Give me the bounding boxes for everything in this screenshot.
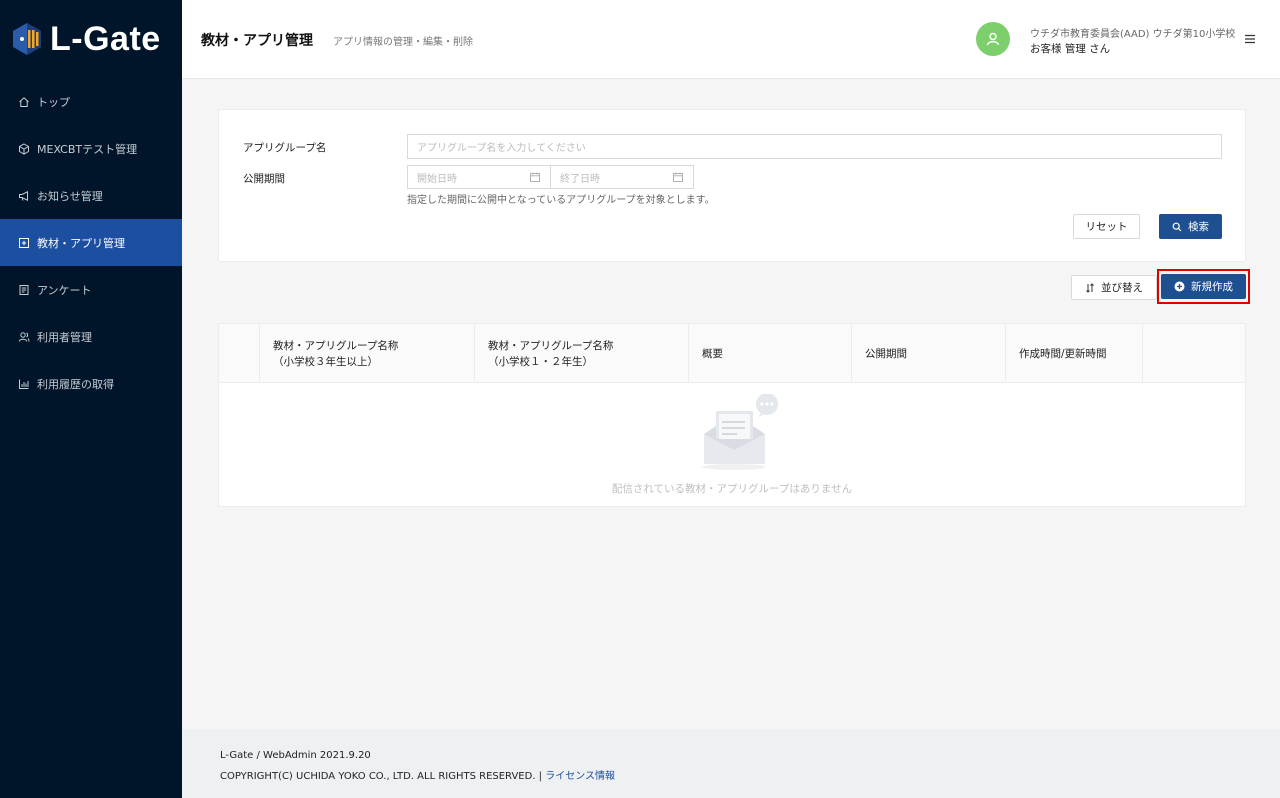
sidebar-item-materials[interactable]: 教材・アプリ管理 <box>0 219 182 266</box>
sidebar-item-history[interactable]: 利用履歴の取得 <box>0 360 182 407</box>
group-name-placeholder: アプリグループ名を入力してください <box>417 143 586 154</box>
footer-copyright: COPYRIGHT(C) UCHIDA YOKO CO., LTD. ALL R… <box>220 767 615 782</box>
page-header: 教材・アプリ管理 アプリ情報の管理・編集・削除 ウチダ市教育委員会(AAD) ウ… <box>182 0 1280 79</box>
avatar[interactable] <box>976 22 1010 56</box>
sidebar-item-label: 教材・アプリ管理 <box>37 236 125 250</box>
header-line: 教材・アプリグループ名称 <box>488 339 614 352</box>
empty-inbox-icon <box>702 394 778 470</box>
copyright-text: COPYRIGHT(C) UCHIDA YOKO CO., LTD. ALL R… <box>220 771 546 782</box>
logo[interactable]: L-Gate <box>0 0 182 78</box>
home-icon <box>18 96 30 108</box>
table-header-name-upper: 教材・アプリグループ名称 （小学校３年生以上） <box>260 324 475 383</box>
period-hint: 指定した期間に公開中となっているアプリグループを対象とします。 <box>407 195 715 206</box>
empty-message: 配信されている教材・アプリグループはありません <box>611 483 853 495</box>
sidebar: L-Gate トップ MEXCBTテスト管理 お知らせ管理 教材・アプリ管理 ア… <box>0 0 182 798</box>
sidebar-item-label: 利用履歴の取得 <box>37 377 114 391</box>
sidebar-nav: トップ MEXCBTテスト管理 お知らせ管理 教材・アプリ管理 アンケート 利用… <box>0 78 182 407</box>
sidebar-item-label: MEXCBTテスト管理 <box>37 142 138 156</box>
sidebar-item-survey[interactable]: アンケート <box>0 266 182 313</box>
sidebar-item-top[interactable]: トップ <box>0 78 182 125</box>
header-line: 教材・アプリグループ名称 <box>273 339 399 352</box>
end-date-input[interactable]: 終了日時 <box>550 165 694 189</box>
brand-name: L-Gate <box>50 19 161 58</box>
users-icon <box>18 331 30 343</box>
calendar-icon <box>673 172 683 182</box>
form-icon <box>18 284 30 296</box>
search-button[interactable]: 検索 <box>1159 214 1222 239</box>
search-label: 検索 <box>1188 221 1209 233</box>
table-header: 教材・アプリグループ名称 （小学校３年生以上） 教材・アプリグループ名称 （小学… <box>219 324 1245 383</box>
sidebar-item-notices[interactable]: お知らせ管理 <box>0 172 182 219</box>
app-group-table: 教材・アプリグループ名称 （小学校３年生以上） 教材・アプリグループ名称 （小学… <box>218 323 1246 507</box>
sort-label: 並び替え <box>1101 282 1143 294</box>
user-organization: ウチダ市教育委員会(AAD) ウチダ第10小学校 <box>1030 29 1236 40</box>
sidebar-item-label: お知らせ管理 <box>37 189 103 203</box>
sidebar-item-label: トップ <box>37 95 70 109</box>
footer-version: L-Gate / WebAdmin 2021.9.20 <box>220 750 371 761</box>
search-panel: アプリグループ名 アプリグループ名を入力してください 公開期間 開始日時 終了日… <box>218 109 1246 262</box>
license-link[interactable]: ライセンス情報 <box>545 771 615 782</box>
sidebar-item-label: 利用者管理 <box>37 330 92 344</box>
highlight-box <box>1157 269 1250 304</box>
user-name: お客様 管理 さん <box>1030 43 1111 55</box>
end-date-placeholder: 終了日時 <box>560 173 600 185</box>
header-line: （小学校１・２年生） <box>488 355 593 368</box>
sidebar-item-mexcbt[interactable]: MEXCBTテスト管理 <box>0 125 182 172</box>
cube-icon <box>18 142 30 155</box>
header-line: （小学校３年生以上） <box>273 355 378 368</box>
sidebar-item-label: アンケート <box>37 283 92 297</box>
table-header-timestamps: 作成時間/更新時間 <box>1006 324 1143 383</box>
table-header-select <box>219 324 260 383</box>
table-header-actions <box>1143 324 1245 383</box>
user-icon <box>986 32 1000 46</box>
calendar-icon <box>530 172 540 182</box>
sort-icon <box>1085 282 1095 293</box>
lgate-logo-icon <box>12 22 42 56</box>
reset-button[interactable]: リセット <box>1073 214 1140 239</box>
start-date-placeholder: 開始日時 <box>417 173 457 185</box>
start-date-input[interactable]: 開始日時 <box>407 165 551 189</box>
empty-state: 配信されている教材・アプリグループはありません <box>219 383 1245 507</box>
group-name-label: アプリグループ名 <box>243 142 327 154</box>
period-label: 公開期間 <box>243 173 285 185</box>
table-header-summary: 概要 <box>689 324 852 383</box>
search-icon <box>1172 222 1182 232</box>
group-name-input[interactable]: アプリグループ名を入力してください <box>407 134 1222 159</box>
page-title: 教材・アプリ管理 <box>201 33 313 49</box>
hamburger-menu-icon[interactable] <box>1244 33 1256 45</box>
megaphone-icon <box>18 190 30 202</box>
bar-chart-icon <box>18 378 30 390</box>
sidebar-item-users[interactable]: 利用者管理 <box>0 313 182 360</box>
page-subtitle: アプリ情報の管理・編集・削除 <box>333 37 473 48</box>
plus-square-icon <box>18 237 30 249</box>
reset-label: リセット <box>1085 221 1128 233</box>
table-header-period: 公開期間 <box>852 324 1006 383</box>
sort-button[interactable]: 並び替え <box>1071 275 1157 300</box>
table-header-name-lower: 教材・アプリグループ名称 （小学校１・２年生） <box>475 324 689 383</box>
footer: L-Gate / WebAdmin 2021.9.20 COPYRIGHT(C)… <box>182 729 1280 798</box>
